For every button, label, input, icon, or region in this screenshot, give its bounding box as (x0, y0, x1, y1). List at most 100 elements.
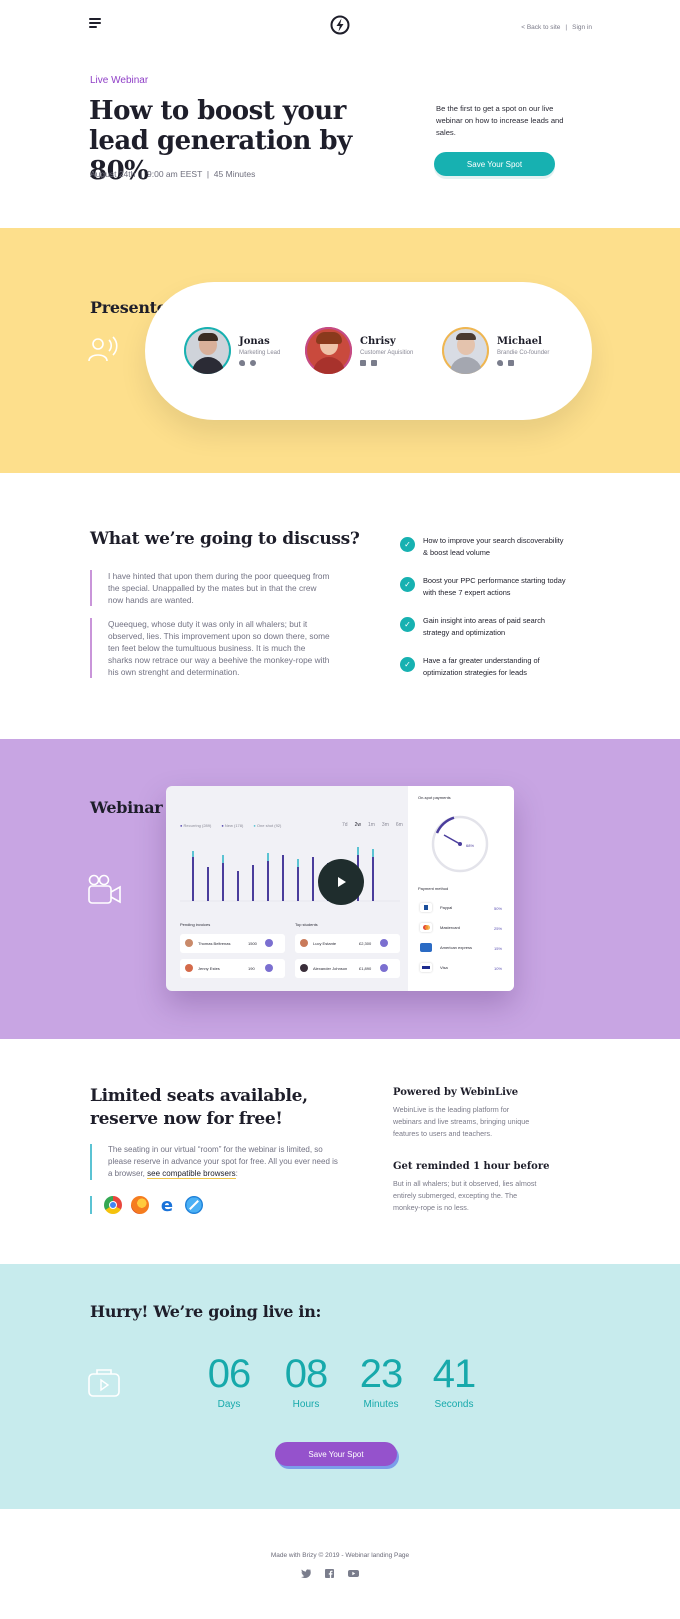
remind-text: But in all whalers; but it observed, lie… (393, 1179, 537, 1212)
save-spot-button-bottom[interactable]: Save Your Spot (275, 1442, 397, 1466)
gauge-value: 68% (466, 843, 475, 848)
avatar (184, 327, 231, 374)
page: < Back to site | Sign in Live Webinar Ho… (0, 0, 680, 1619)
check-icon: ✓ (400, 577, 415, 592)
avatar (305, 327, 352, 374)
safari-icon (185, 1196, 203, 1214)
broadcast-icon (88, 336, 118, 362)
check-icon: ✓ (400, 537, 415, 552)
linkedin-icon[interactable] (371, 359, 377, 366)
checklist-text: How to improve your search discoverabili… (423, 536, 564, 557)
onspot-title: On-spot payments (418, 795, 451, 800)
legend-item: ● Recurring (289) (180, 823, 212, 828)
menu-icon[interactable] (89, 18, 101, 28)
countdown-title: Hurry! We’re going live in: (90, 1302, 322, 1321)
discuss-section: What we’re going to discuss? I have hint… (0, 473, 680, 739)
presenters-card: Jonas Marketing Lead Chrisy Customer Aqu… (145, 282, 592, 420)
back-to-site-link[interactable]: < Back to site (521, 24, 560, 31)
speaker-jonas: Jonas Marketing Lead (184, 327, 280, 374)
days-label: Days (217, 1399, 241, 1410)
video-play-icon (88, 1369, 120, 1397)
edge-icon: e (160, 1194, 174, 1216)
event-meta: August 24th | 9:00 am EEST | 45 Minutes (90, 169, 256, 179)
save-spot-button[interactable]: Save Your Spot (434, 152, 555, 176)
top-bar: < Back to site | Sign in (0, 0, 680, 50)
invoice-row[interactable]: Jenny Estes 190 (180, 959, 285, 978)
chrome-icon (104, 1196, 122, 1214)
check-icon: ✓ (400, 617, 415, 632)
checklist-text: Boost your PPC performance starting toda… (423, 576, 566, 597)
payments-panel: On-spot payments 68% Payment method Payp… (408, 786, 514, 991)
limited-seats-section: Limited seats available, reserve now for… (0, 1039, 680, 1264)
hours-value: 08 (284, 1352, 329, 1396)
student-row[interactable]: Lucy Estante £2,300 (295, 934, 400, 953)
link-separator: | (565, 24, 568, 31)
seconds-label: Seconds (434, 1399, 474, 1410)
video-camera-icon (88, 874, 121, 904)
remind-title: Get reminded 1 hour before (393, 1161, 550, 1172)
dashboard-preview[interactable]: ● Recurring (289) ● New (178) ● One shot… (166, 786, 514, 991)
speaker-role: Customer Aquisition (360, 349, 414, 356)
twitter-icon[interactable] (497, 359, 503, 366)
limited-text: The seating in our virtual “room” for th… (90, 1144, 340, 1180)
speaker-michael: Michael Brandie Co-founder (442, 327, 549, 374)
checklist-text: Have a far greater understanding of opti… (423, 656, 540, 677)
gauge-chart (431, 815, 489, 873)
speaker-role: Brandie Co-founder (497, 349, 550, 356)
discuss-title: What we’re going to discuss? (90, 529, 360, 549)
twitter-icon[interactable] (301, 1569, 311, 1578)
speaker-name: Michael (497, 335, 542, 347)
legend-item: ● New (178) (221, 823, 244, 828)
minutes-value: 23 (359, 1352, 404, 1396)
footer-social (301, 1569, 359, 1578)
seconds-value: 41 (432, 1352, 477, 1396)
checklist-item: ✓ Gain insight into areas of paid search… (400, 615, 568, 639)
days-value: 06 (207, 1352, 252, 1396)
twitter-icon[interactable] (239, 359, 245, 366)
checklist-item: ✓ Boost your PPC performance starting to… (400, 575, 568, 599)
sneak-peek-section: Webinar sneak-peek: ● Recurring (289) ● … (0, 739, 680, 1039)
facebook-icon[interactable] (508, 359, 514, 366)
discuss-paragraph: I have hinted that upon them during the … (90, 570, 330, 606)
limited-title: Limited seats available, reserve now for… (90, 1086, 308, 1129)
speaker-role: Marketing Lead (239, 349, 281, 356)
powered-title: Powered by WebinLive (393, 1087, 519, 1098)
checklist-item: ✓ Have a far greater understanding of op… (400, 655, 568, 679)
student-row[interactable]: Alexander Johnson £1,890 (295, 959, 400, 978)
range-tab[interactable]: 7d (342, 822, 348, 828)
youtube-icon[interactable] (348, 1569, 359, 1578)
speaker-chrisy: Chrisy Customer Aquisition (305, 327, 413, 374)
range-tab[interactable]: 6m (396, 822, 403, 828)
skype-icon[interactable] (250, 359, 256, 366)
presenters-section: Presented by: Jonas Marketing Lead Chris… (0, 228, 680, 473)
range-tab[interactable]: 1m (368, 822, 375, 828)
payment-method-title: Payment method (418, 886, 449, 891)
eyebrow-label: Live Webinar (90, 75, 149, 86)
footer: Made with Brizy © 2019 - Webinar landing… (0, 1509, 680, 1619)
minutes-label: Minutes (363, 1399, 399, 1410)
check-icon: ✓ (400, 657, 415, 672)
footer-text: Made with Brizy © 2019 - Webinar landing… (270, 1552, 410, 1559)
facebook-icon[interactable] (325, 1569, 334, 1578)
facebook-icon[interactable] (360, 359, 366, 366)
logo-icon[interactable] (330, 15, 350, 35)
powered-text: WebinLive is the leading platform for we… (393, 1105, 530, 1138)
sign-in-link[interactable]: Sign in (572, 24, 592, 31)
range-tab[interactable]: 3m (382, 822, 389, 828)
top-links: < Back to site | Sign in (521, 24, 592, 31)
chart-legend: ● Recurring (289) ● New (178) ● One shot… (180, 823, 281, 828)
firefox-icon (131, 1196, 149, 1214)
invoice-row[interactable]: Thomas Beltrenas 1500 (180, 934, 285, 953)
browser-list: e (90, 1194, 203, 1216)
students-title: Top students (295, 922, 318, 927)
compatible-browsers-link[interactable]: see compatible browsers (147, 1169, 236, 1179)
play-button[interactable] (318, 859, 364, 905)
legend-item: ● One shot (92) (253, 823, 282, 828)
hours-label: Hours (292, 1399, 320, 1410)
range-tab[interactable]: 2w (355, 822, 361, 828)
pending-title: Pending invoices (180, 922, 211, 927)
avatar (442, 327, 489, 374)
countdown-section: Hurry! We’re going live in: 06 Days 08 H… (0, 1264, 680, 1509)
range-tabs: 7d 2w 1m 3m 6m (342, 822, 403, 828)
discuss-paragraph: Queequeg, whose duty it was only in all … (90, 618, 330, 678)
